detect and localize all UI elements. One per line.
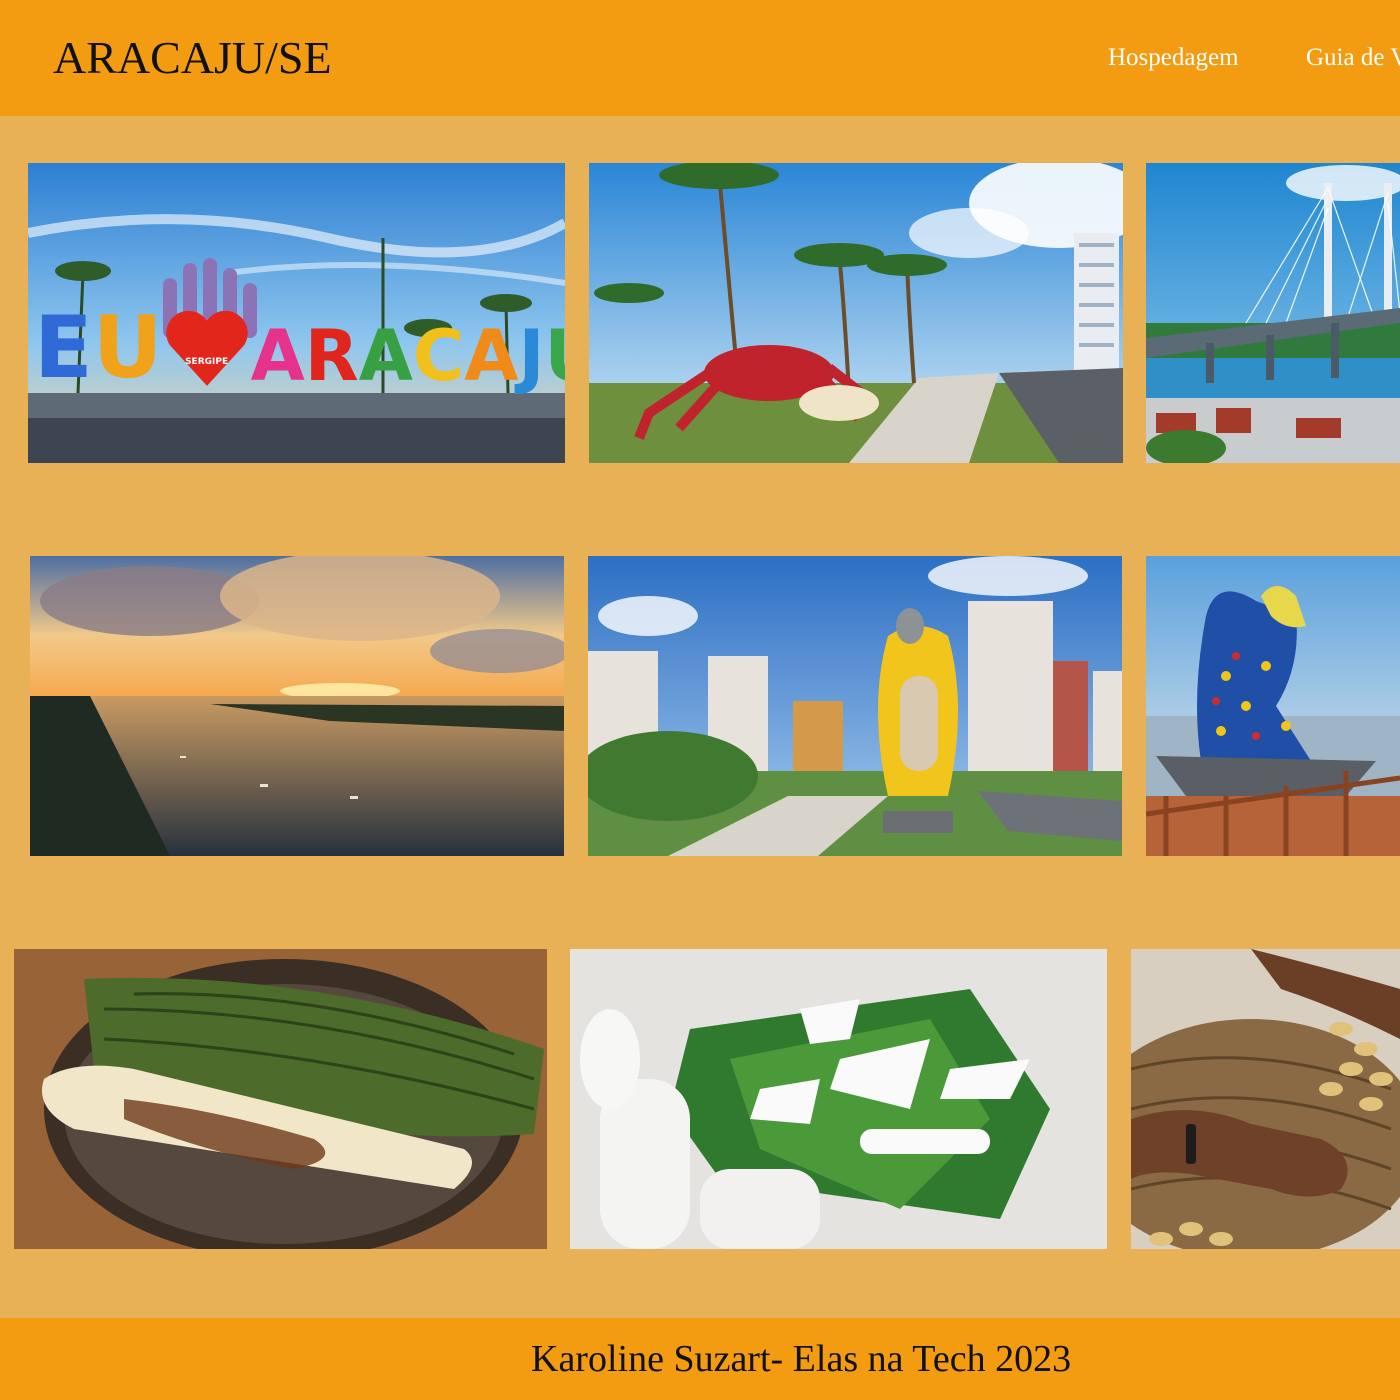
sign-letter: A [250,315,305,397]
photo-eu-amo-aracaju-sign: E U SERGIPE A R A C A J U [28,163,565,463]
heart-icon: SERGIPE [163,305,251,391]
nav-link-guia-de-viagem[interactable]: Guia de Viagem [1306,40,1400,76]
photo-boiled-peanuts-basket [1131,949,1400,1249]
photo-pamonha-banana-leaf [14,949,547,1249]
footer-credit: Karoline Suzart- Elas na Tech 2023 [531,1338,1072,1380]
sign-letter: J [518,315,545,397]
photo-tapioca-banana-leaves [570,949,1107,1249]
sign-letter: U [544,321,565,391]
photo-cashew-monument [588,556,1122,856]
sign-letter: A [358,315,413,397]
sign-letter: R [304,315,359,397]
site-footer: Karoline Suzart- Elas na Tech 2023 [0,1318,1400,1400]
site-header: ARACAJU/SE Hospedagem Guia de Viagem [0,0,1400,116]
sign-letter: E [34,298,93,398]
photo-sunset-river [30,556,564,856]
photo-crab-statue-orla [589,163,1123,463]
sign-letter: C [412,315,465,397]
sign-letter: A [464,315,519,397]
heart-label: SERGIPE [185,357,229,367]
site-title: ARACAJU/SE [53,32,332,83]
eu-amo-aracaju-sign: E U SERGIPE A R A C A J U [34,305,565,391]
photo-boi-bumba-boat [1146,556,1400,856]
photo-cable-stayed-bridge [1146,163,1400,463]
sign-letter: U [92,298,163,398]
nav-link-hospedagem[interactable]: Hospedagem [1108,40,1239,76]
